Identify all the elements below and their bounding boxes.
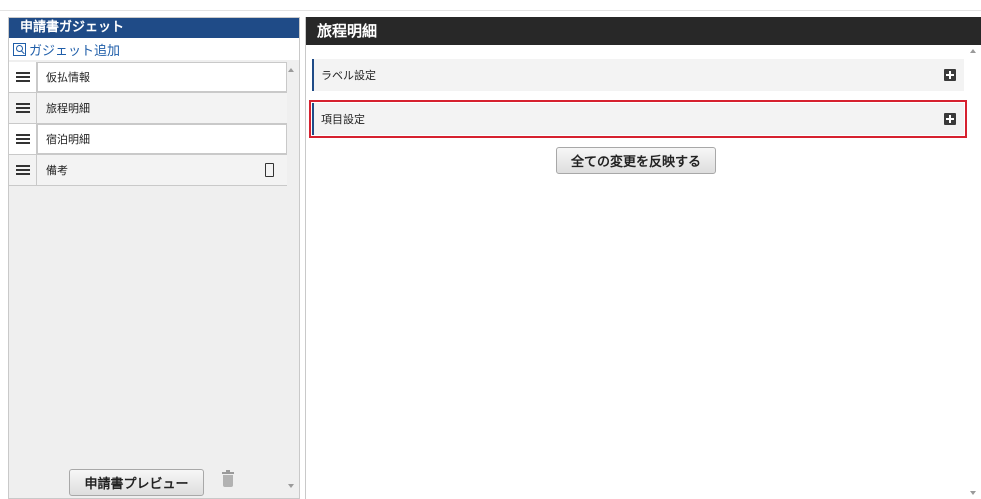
gadget-settings-panel: 旅程明細 ラベル設定 項目設定 全ての変更を反映する: [305, 17, 981, 499]
apply-all-changes-button[interactable]: 全ての変更を反映する: [556, 147, 716, 174]
section-label-settings[interactable]: ラベル設定: [312, 59, 964, 91]
scroll-up-icon[interactable]: [970, 49, 976, 53]
gadget-item-label: 仮払情報: [37, 62, 287, 92]
gadget-list-scrollbar[interactable]: [287, 68, 295, 488]
scroll-up-icon[interactable]: [288, 68, 294, 72]
preview-bar: 申請書プレビュー: [9, 466, 299, 498]
drag-handle[interactable]: [9, 93, 37, 123]
drag-handle[interactable]: [9, 155, 37, 185]
section-label: 項目設定: [321, 113, 365, 126]
list-icon: [15, 134, 30, 144]
add-gadget-link[interactable]: ガジェット追加: [9, 38, 299, 60]
section-field-settings[interactable]: 項目設定: [309, 100, 967, 138]
add-gadget-label: ガジェット追加: [29, 43, 121, 59]
top-divider: [0, 10, 981, 11]
gadget-list: 仮払情報 旅程明細 宿泊明細 備考: [9, 62, 287, 186]
mobile-icon[interactable]: [265, 163, 274, 177]
gadget-item-label: 宿泊明細: [37, 124, 287, 154]
gadget-panel-title: 申請書ガジェット: [9, 18, 299, 38]
scroll-down-icon[interactable]: [970, 491, 976, 495]
preview-button[interactable]: 申請書プレビュー: [69, 469, 204, 496]
expand-plus-icon[interactable]: [944, 113, 956, 125]
gadget-item-lodging[interactable]: 宿泊明細: [9, 124, 287, 155]
gadget-item-label: 旅程明細: [46, 102, 90, 115]
gadget-item-label: 備考: [46, 164, 68, 177]
drag-handle[interactable]: [9, 124, 37, 154]
gadget-item-remarks[interactable]: 備考: [9, 155, 287, 186]
list-icon: [15, 72, 30, 82]
list-icon: [15, 165, 30, 175]
expand-plus-icon[interactable]: [944, 69, 956, 81]
list-icon: [15, 103, 30, 113]
drag-handle[interactable]: [9, 62, 37, 92]
search-icon: [13, 42, 26, 56]
trash-icon[interactable]: [222, 470, 234, 488]
gadget-panel: 申請書ガジェット ガジェット追加 仮払情報 旅程明細 宿泊明細 備考 申請書プレ…: [8, 17, 300, 499]
gadget-item-advance-payment[interactable]: 仮払情報: [9, 62, 287, 93]
gadget-item-itinerary[interactable]: 旅程明細: [9, 93, 287, 124]
settings-panel-title: 旅程明細: [306, 17, 981, 45]
section-label: ラベル設定: [321, 69, 376, 82]
settings-scrollbar[interactable]: [969, 49, 977, 495]
